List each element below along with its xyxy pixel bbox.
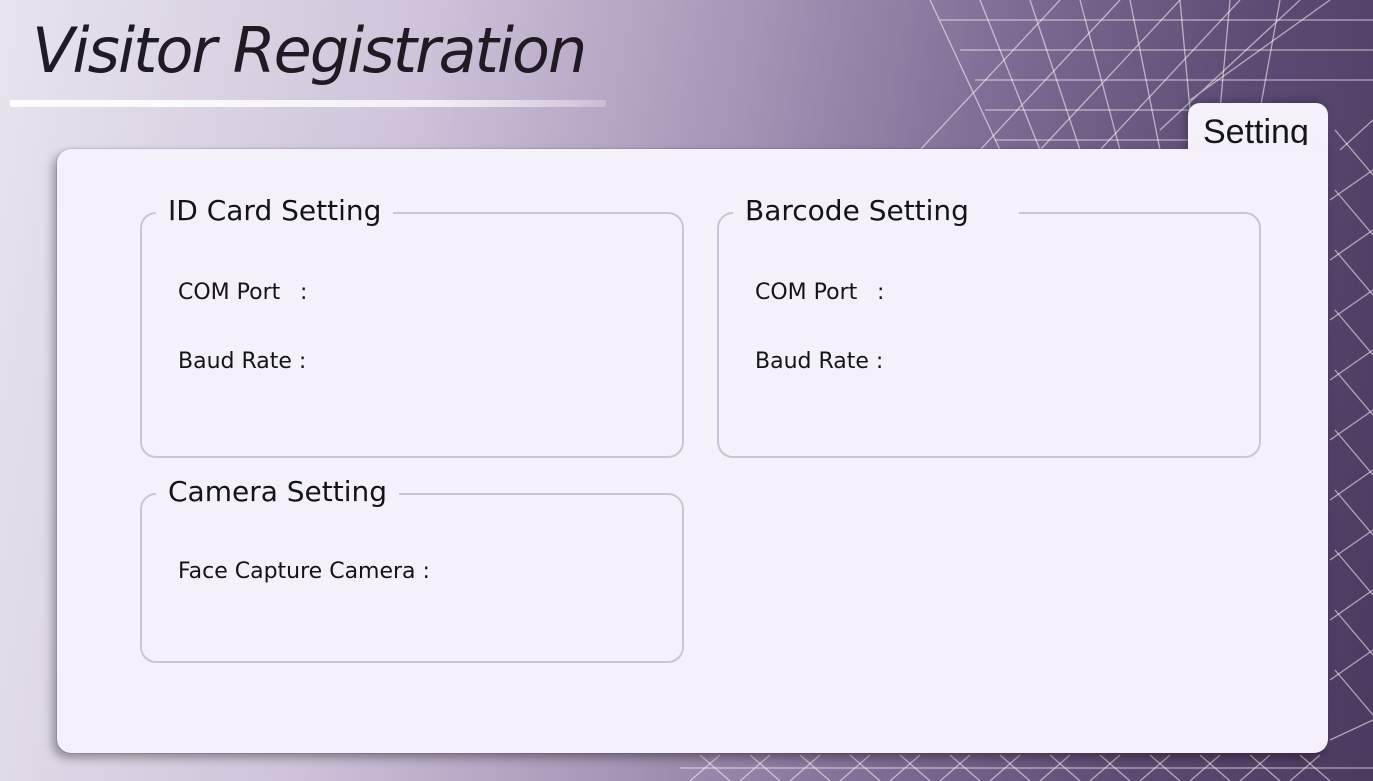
id-card-setting-group: ID Card Setting COM Port : Baud Rate : bbox=[140, 194, 684, 458]
camera-setting-group: Camera Setting Face Capture Camera : bbox=[140, 475, 684, 663]
barcode-com-port-label: COM Port bbox=[755, 280, 858, 305]
id-card-com-port-colon: : bbox=[300, 280, 308, 305]
barcode-setting-group: Barcode Setting COM Port : Baud Rate : bbox=[717, 194, 1261, 458]
tab-panel-join bbox=[1188, 145, 1328, 165]
face-capture-camera-label: Face Capture Camera : bbox=[178, 559, 430, 584]
barcode-setting-title: Barcode Setting bbox=[733, 194, 1019, 227]
barcode-baud-rate-label: Baud Rate : bbox=[755, 349, 884, 374]
barcode-com-port-colon: : bbox=[877, 280, 885, 305]
title-underline bbox=[10, 100, 606, 107]
camera-setting-title: Camera Setting bbox=[156, 475, 400, 508]
app-title: Visitor Registration bbox=[32, 14, 587, 87]
id-card-com-port-label: COM Port bbox=[178, 280, 281, 305]
id-card-baud-rate-label: Baud Rate : bbox=[178, 349, 307, 374]
id-card-setting-title: ID Card Setting bbox=[156, 194, 394, 227]
